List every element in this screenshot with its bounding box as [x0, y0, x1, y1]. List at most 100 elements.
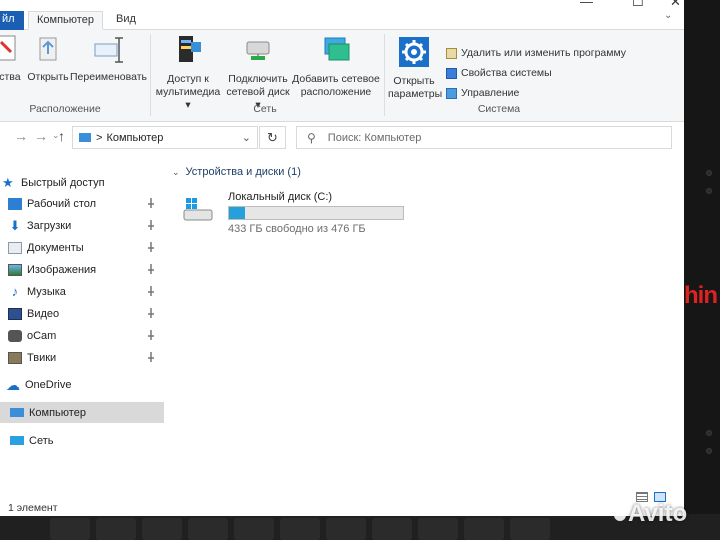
tab-view[interactable]: Вид — [108, 11, 144, 30]
nav-label: Музыка — [27, 285, 66, 298]
desktop-icon — [8, 197, 22, 210]
media-access-label-1: Доступ к — [167, 73, 209, 85]
network-drive-icon — [246, 41, 270, 60]
bezel-dot — [706, 448, 712, 454]
pin-icon — [148, 286, 154, 296]
nav-item-pictures[interactable]: Изображения — [8, 259, 172, 280]
nav-item-tweaks[interactable]: Твики — [8, 347, 172, 368]
nav-item-desktop[interactable]: Рабочий стол — [8, 193, 172, 214]
drive-free-space: 433 ГБ свободно из 476 ГБ — [228, 223, 366, 235]
properties-icon — [0, 35, 16, 61]
up-arrow-icon[interactable]: ↑ — [58, 128, 65, 144]
content-pane: ⌄ Устройства и диски (1) Локальный диск … — [166, 154, 684, 502]
pin-icon — [148, 264, 154, 274]
media-server-icon — [179, 36, 201, 62]
keyboard-key — [464, 518, 504, 540]
keyboard-key — [188, 518, 228, 540]
forward-arrow-icon[interactable]: → — [34, 128, 48, 144]
uninstall-program-command[interactable]: Удалить или изменить программу — [446, 47, 626, 59]
search-input[interactable]: ⚲ Поиск: Компьютер — [296, 126, 672, 149]
back-arrow-icon[interactable]: → — [14, 128, 28, 144]
downloads-icon: ⬇ — [9, 217, 21, 233]
keyboard-key — [418, 518, 458, 540]
nav-item-ocam[interactable]: oCam — [8, 325, 172, 346]
uninstall-program-icon — [446, 47, 457, 59]
computer-icon — [79, 133, 91, 142]
media-access-label-2: мультимедиа ▾ — [155, 86, 221, 111]
nav-label: Видео — [27, 307, 60, 320]
avito-watermark: Avito — [614, 500, 687, 528]
system-group-label: Система — [477, 103, 521, 115]
open-button[interactable]: Открыть — [26, 34, 70, 84]
address-row: → → ⌄ ↑ > Компьютер ⌄ ↻ ⚲ Поиск: Компьют… — [0, 122, 684, 154]
ribbon-collapse-icon[interactable]: ⌄ — [664, 10, 672, 21]
tab-file[interactable]: йл — [0, 11, 24, 30]
bezel-dot — [706, 188, 712, 194]
breadcrumb-separator-icon: > — [96, 131, 103, 144]
music-icon: ♪ — [11, 283, 19, 299]
drive-usage-bar — [228, 206, 404, 220]
drive-usage-fill — [229, 207, 245, 219]
manage-command[interactable]: Управление — [446, 87, 519, 99]
nav-item-downloads[interactable]: ⬇ Загрузки — [8, 215, 172, 236]
folder-icon — [8, 329, 22, 342]
system-properties-label: Свойства системы — [461, 67, 552, 79]
add-network-location-button[interactable]: Добавить сетевое расположение — [292, 34, 380, 99]
keyboard-key — [326, 518, 366, 540]
nav-label: OneDrive — [25, 378, 72, 391]
refresh-button[interactable]: ↻ — [259, 126, 286, 149]
nav-network[interactable]: Сеть — [10, 430, 174, 451]
add-location-label-1: Добавить сетевое — [292, 73, 380, 85]
nav-label: Рабочий стол — [27, 197, 97, 210]
status-bar: 1 элемент — [0, 502, 684, 516]
nav-label: Загрузки — [27, 219, 72, 232]
group-divider — [150, 34, 151, 116]
nav-label: Твики — [27, 351, 57, 364]
nav-label: Компьютер — [29, 406, 86, 419]
pin-icon — [148, 352, 154, 362]
keyboard-key — [50, 518, 90, 540]
media-access-button[interactable]: Доступ к мультимедиа ▾ — [154, 34, 222, 112]
map-network-drive-button[interactable]: Подключить сетевой диск ▾ — [224, 34, 292, 112]
rename-icon — [94, 37, 123, 63]
watermark-text: Avito — [628, 500, 688, 527]
tab-computer[interactable]: Компьютер — [28, 11, 103, 30]
laptop-brand-logo: hin — [684, 282, 718, 309]
star-icon: ★ — [2, 174, 14, 190]
breadcrumb[interactable]: Компьютер — [106, 132, 163, 144]
nav-label: Документы — [27, 241, 84, 254]
drive-item[interactable]: Локальный диск (C:) 433 ГБ свободно из 4… — [182, 188, 422, 238]
nav-item-documents[interactable]: Документы — [8, 237, 172, 258]
properties-button[interactable]: йства — [0, 34, 22, 84]
open-label: Открыть — [27, 71, 69, 83]
address-bar[interactable]: > Компьютер ⌄ — [72, 126, 258, 149]
open-settings-button[interactable]: Открыть параметры — [388, 36, 442, 101]
keyboard-key — [510, 518, 550, 540]
address-dropdown-icon[interactable]: ⌄ — [242, 131, 251, 144]
nav-label: Сеть — [29, 434, 54, 447]
group-divider — [384, 34, 385, 116]
cloud-icon: ☁ — [6, 376, 20, 393]
keyboard-key — [142, 518, 182, 540]
navigation-pane: ★ Быстрый доступ Рабочий стол ⬇ Загрузки… — [0, 162, 166, 502]
system-properties-command[interactable]: Свойства системы — [446, 67, 552, 79]
pin-icon — [148, 198, 154, 208]
search-placeholder: Поиск: Компьютер — [327, 131, 422, 144]
map-drive-label-1: Подключить — [228, 73, 288, 85]
manage-label: Управление — [461, 87, 520, 99]
properties-label: йства — [0, 71, 21, 83]
keyboard-key — [280, 518, 320, 540]
nav-item-music[interactable]: ♪ Музыка — [8, 281, 172, 302]
pin-icon — [148, 308, 154, 318]
nav-quick-access[interactable]: ★ Быстрый доступ — [2, 172, 166, 193]
rename-label: Переименовать — [70, 71, 147, 83]
system-properties-icon — [446, 67, 457, 79]
rename-button[interactable]: Переименовать — [70, 34, 147, 84]
nav-computer[interactable]: Компьютер — [0, 402, 164, 423]
group-header-label: Устройства и диски (1) — [185, 166, 301, 178]
nav-onedrive[interactable]: ☁ OneDrive — [6, 374, 170, 395]
group-header[interactable]: ⌄ Устройства и диски (1) — [172, 166, 301, 178]
nav-label: Быстрый доступ — [21, 176, 105, 189]
explorer-window: — ☐ ✕ йл Компьютер Вид ⌄ ? йства Открыть — [0, 0, 684, 516]
nav-item-video[interactable]: Видео — [8, 303, 172, 324]
